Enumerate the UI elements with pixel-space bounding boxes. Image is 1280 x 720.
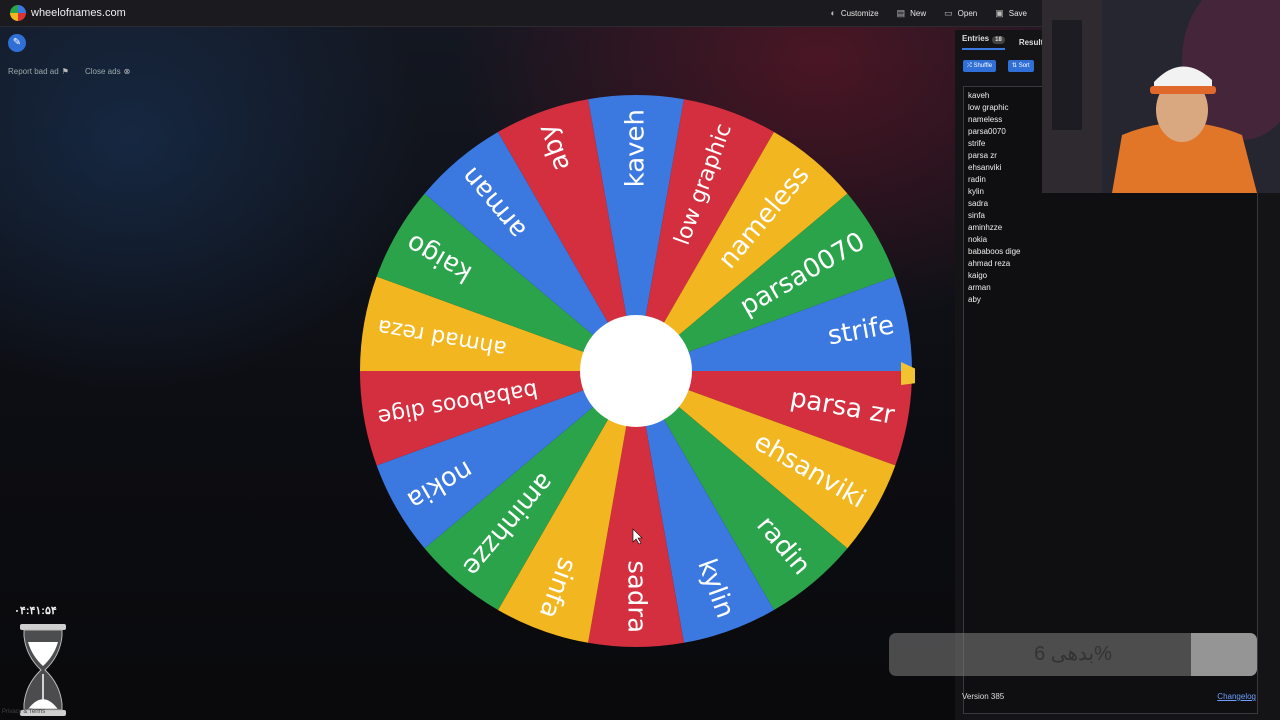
brand[interactable]: wheelofnames.com — [10, 5, 126, 21]
entry-line: nokia — [968, 235, 988, 244]
sort-button[interactable]: ⇅ Sort — [1008, 60, 1034, 72]
entry-line: aby — [968, 295, 981, 304]
open-button[interactable]: ▭ Open — [944, 8, 977, 19]
save-icon: ▣ — [995, 7, 1004, 18]
wheel-slice-label: kaveh — [621, 109, 651, 187]
entry-line: ahmad reza — [968, 259, 1011, 268]
palette-icon: ◐ — [830, 8, 836, 18]
entry-line: aminhzze — [968, 223, 1003, 232]
customize-button[interactable]: ◐ Customize — [830, 8, 878, 18]
wheel-center-button[interactable] — [580, 315, 692, 427]
wheel-slice-label: sadra — [622, 560, 652, 633]
wheel[interactable]: kaveh low graphicnamelessparsa0070strifep… — [355, 92, 940, 652]
close-ads-link[interactable]: Close ads ⊗ — [85, 67, 130, 76]
debt-progress-bar: بدهی 6% — [889, 633, 1257, 676]
webcam-overlay — [1042, 0, 1280, 193]
changelog-link[interactable]: Changelog — [1217, 692, 1256, 701]
save-button[interactable]: ▣ Save — [995, 8, 1027, 19]
progress-text: بدهی 6% — [1034, 643, 1112, 665]
file-icon: ▤ — [896, 7, 906, 18]
report-bad-ad-link[interactable]: Report bad ad ⚑ — [8, 67, 69, 76]
nav-menu: ◐ Customize ▤ New ▭ Open ▣ Save — [830, 8, 1045, 19]
entry-line: kaigo — [968, 271, 988, 280]
folder-icon: ▭ — [944, 7, 953, 18]
wheel-pointer-icon — [901, 362, 940, 385]
hourglass-icon — [20, 624, 66, 716]
edit-pencil-icon[interactable]: ✎ — [8, 34, 26, 52]
version-label: Version 385 — [962, 692, 1005, 701]
sort-icon: ⇅ — [1012, 63, 1019, 69]
tab-entries[interactable]: Entries 18 — [962, 34, 1005, 50]
wheel-logo-icon — [10, 5, 26, 21]
tab-results[interactable]: Result — [1019, 38, 1043, 47]
wheel-container: kaveh low graphic nameless parsa0070 strife p… — [355, 92, 940, 652]
privacy-terms-link[interactable]: Privacy & Terms — [2, 709, 45, 715]
entry-line: sadra — [968, 199, 989, 208]
shuffle-button[interactable]: ⤮ Shuffle — [963, 60, 997, 72]
top-navbar: wheelofnames.com ◐ Customize ▤ New ▭ Ope… — [0, 0, 1045, 27]
site-title: wheelofnames.com — [31, 7, 126, 19]
entries-count-badge: 18 — [992, 36, 1005, 44]
flag-icon: ⚑ — [61, 67, 69, 76]
entry-line: sinfa — [968, 211, 985, 220]
entry-line: arman — [968, 283, 991, 292]
new-button[interactable]: ▤ New — [897, 8, 927, 19]
close-circle-icon: ⊗ — [123, 67, 131, 76]
entry-line: bababoos dige — [968, 247, 1021, 256]
countdown-timer: ۰۴:۴۱:۵۴ — [14, 605, 57, 617]
